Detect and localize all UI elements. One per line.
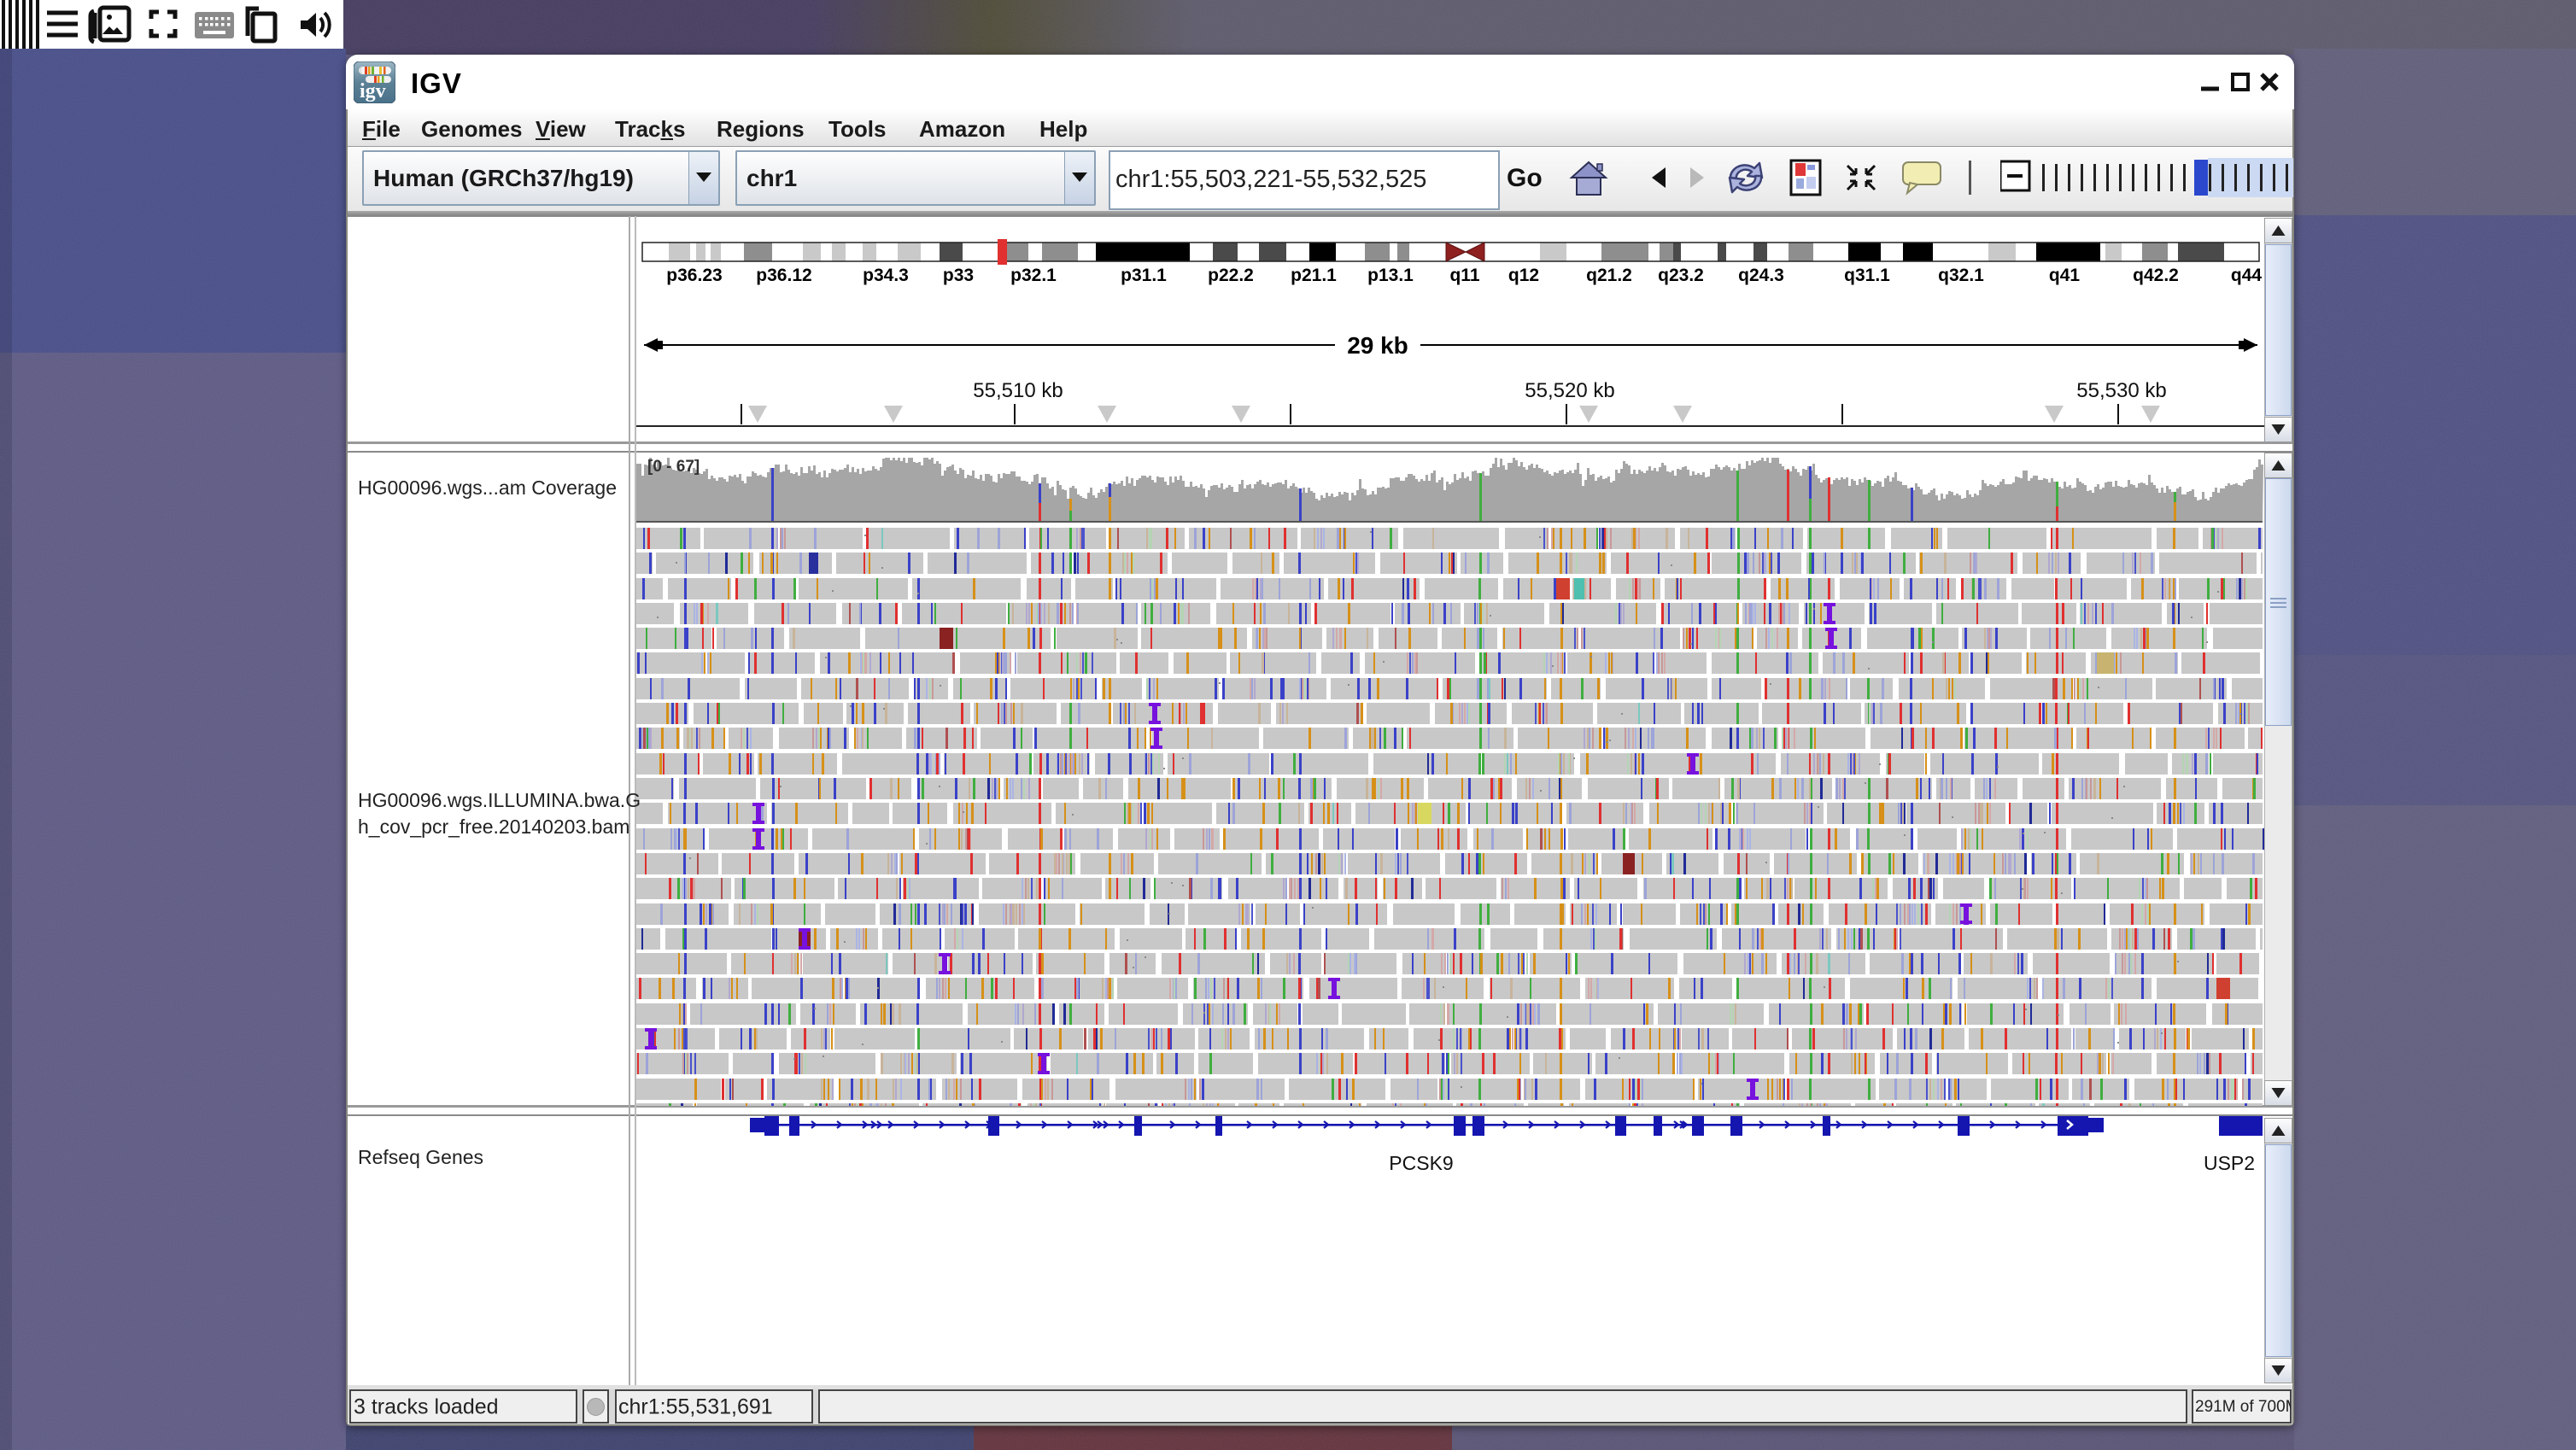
svg-text:p33: p33 <box>943 266 974 285</box>
svg-text:q11: q11 <box>1449 266 1479 285</box>
svg-text:p13.1: p13.1 <box>1367 266 1414 285</box>
svg-text:q31.1: q31.1 <box>1844 266 1890 285</box>
svg-text:q32.1: q32.1 <box>1938 266 1984 285</box>
svg-text:29 kb: 29 kb <box>1347 332 1408 359</box>
svg-text:q42.2: q42.2 <box>2133 266 2179 285</box>
svg-text:p32.1: p32.1 <box>1010 266 1057 285</box>
svg-text:p31.1: p31.1 <box>1121 266 1167 285</box>
svg-text:q23.2: q23.2 <box>1658 266 1704 285</box>
svg-text:q41: q41 <box>2049 266 2081 285</box>
svg-text:55,510 kb: 55,510 kb <box>973 379 1063 402</box>
svg-text:q12: q12 <box>1508 266 1539 285</box>
svg-text:q24.3: q24.3 <box>1738 266 1784 285</box>
svg-text:p34.3: p34.3 <box>863 266 909 285</box>
svg-text:55,530 kb: 55,530 kb <box>2076 379 2166 402</box>
svg-text:p36.23: p36.23 <box>666 266 722 285</box>
svg-text:igv: igv <box>360 80 386 102</box>
svg-text:55,520 kb: 55,520 kb <box>1525 379 1614 402</box>
svg-text:p21.1: p21.1 <box>1291 266 1337 285</box>
svg-text:p36.12: p36.12 <box>756 266 811 285</box>
svg-text:q21.2: q21.2 <box>1586 266 1632 285</box>
svg-text:USP2: USP2 <box>2204 1152 2255 1174</box>
svg-text:q44: q44 <box>2231 266 2263 285</box>
svg-text:[0 - 67]: [0 - 67] <box>647 458 700 476</box>
svg-text:p22.2: p22.2 <box>1208 266 1254 285</box>
svg-text:PCSK9: PCSK9 <box>1389 1152 1453 1174</box>
